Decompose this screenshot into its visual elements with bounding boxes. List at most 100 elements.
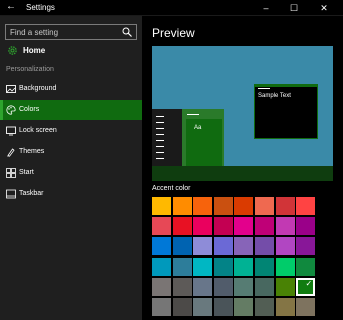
accent-color-swatch[interactable] xyxy=(172,298,192,316)
themes-icon xyxy=(7,148,15,157)
selection-indicator xyxy=(0,100,3,120)
accent-color-swatch[interactable] xyxy=(275,217,295,236)
accent-color-swatch[interactable] xyxy=(172,257,192,276)
search-icon[interactable] xyxy=(122,27,132,37)
sidebar: Find a setting Home Personalization Back… xyxy=(0,16,142,320)
accent-color-swatch[interactable] xyxy=(213,197,233,215)
preview-menu-line xyxy=(156,134,164,135)
section-heading: Personalization xyxy=(6,66,54,73)
preview-menu-line xyxy=(187,114,199,115)
theme-preview: Aa Sample Text xyxy=(152,46,333,181)
sidebar-item-label: Start xyxy=(19,169,34,176)
accent-color-swatch[interactable] xyxy=(213,277,233,296)
title-bar: ← Settings – ☐ ✕ xyxy=(0,0,343,16)
sidebar-item-colors[interactable]: Colors xyxy=(0,100,142,120)
accent-color-swatch[interactable] xyxy=(193,197,213,215)
minimize-button[interactable]: – xyxy=(255,0,277,16)
search-input[interactable]: Find a setting xyxy=(5,24,137,40)
sidebar-item-themes[interactable]: Themes xyxy=(0,142,142,162)
accent-color-swatch[interactable] xyxy=(255,277,274,296)
accent-color-swatch[interactable] xyxy=(275,277,295,296)
accent-color-swatch[interactable] xyxy=(152,237,171,256)
accent-color-swatch[interactable] xyxy=(234,237,254,256)
preview-menu-line xyxy=(156,158,164,159)
sidebar-item-background[interactable]: Background xyxy=(0,79,142,99)
accent-color-swatch[interactable] xyxy=(213,298,233,316)
sidebar-item-start[interactable]: Start xyxy=(0,163,142,183)
sidebar-item-label: Themes xyxy=(19,148,45,155)
accent-color-swatch[interactable] xyxy=(296,237,316,256)
preview-window-line xyxy=(258,88,270,89)
gear-icon xyxy=(8,46,17,55)
preview-tile-text: Aa xyxy=(194,125,202,131)
accent-color-swatch[interactable] xyxy=(255,298,274,316)
accent-color-swatch[interactable] xyxy=(152,217,171,236)
sidebar-item-label: Lock screen xyxy=(19,127,57,134)
accent-color-swatch[interactable] xyxy=(213,257,233,276)
accent-color-swatch[interactable] xyxy=(275,298,295,316)
accent-color-swatch[interactable] xyxy=(193,237,213,256)
accent-color-swatch[interactable] xyxy=(234,298,254,316)
preview-taskbar xyxy=(152,166,333,181)
accent-color-heading: Accent color xyxy=(152,185,191,192)
preview-tile: Aa xyxy=(186,119,222,166)
page-title: Preview xyxy=(152,26,195,40)
accent-color-swatch[interactable] xyxy=(255,197,274,215)
close-button[interactable]: ✕ xyxy=(313,0,335,16)
checkmark-icon: ✓ xyxy=(305,278,313,288)
preview-window: Sample Text xyxy=(254,84,318,139)
accent-color-swatch[interactable] xyxy=(172,237,192,256)
preview-menu-line xyxy=(156,128,164,129)
accent-color-swatch[interactable] xyxy=(193,257,213,276)
sidebar-item-label: Colors xyxy=(19,106,40,113)
accent-color-swatch[interactable] xyxy=(275,197,295,215)
maximize-button[interactable]: ☐ xyxy=(283,0,305,16)
preview-menu-line xyxy=(156,116,164,117)
accent-color-swatch[interactable] xyxy=(255,217,274,236)
preview-menu-line xyxy=(156,122,164,123)
accent-color-swatch[interactable] xyxy=(234,277,254,296)
accent-color-swatch[interactable] xyxy=(193,217,213,236)
accent-color-swatch[interactable] xyxy=(152,277,171,296)
sidebar-item-lock-screen[interactable]: Lock screen xyxy=(0,121,142,141)
window-title: Settings xyxy=(26,3,55,12)
accent-color-swatch[interactable] xyxy=(255,257,274,276)
sidebar-item-taskbar[interactable]: Taskbar xyxy=(0,184,142,204)
sidebar-item-label: Background xyxy=(19,85,57,92)
accent-color-swatch[interactable] xyxy=(234,257,254,276)
lock-screen-icon xyxy=(6,126,16,136)
start-icon xyxy=(6,168,16,178)
accent-color-swatch[interactable] xyxy=(275,257,295,276)
accent-color-swatch[interactable] xyxy=(152,257,171,276)
accent-color-swatch[interactable] xyxy=(172,277,192,296)
accent-color-swatch[interactable] xyxy=(193,298,213,316)
accent-color-swatch[interactable]: ✓ xyxy=(296,277,316,296)
accent-color-swatch[interactable] xyxy=(193,277,213,296)
accent-color-swatch[interactable] xyxy=(152,197,171,215)
accent-color-swatch[interactable] xyxy=(275,237,295,256)
taskbar-icon xyxy=(6,189,16,199)
background-icon xyxy=(6,85,16,93)
preview-menu-line xyxy=(156,140,164,141)
preview-menu-line xyxy=(156,146,164,147)
accent-color-swatch[interactable] xyxy=(213,237,233,256)
search-placeholder: Find a setting xyxy=(10,28,59,37)
accent-color-swatch[interactable] xyxy=(172,217,192,236)
accent-color-swatch[interactable] xyxy=(152,298,171,316)
accent-color-swatch[interactable] xyxy=(296,217,316,236)
palette-icon xyxy=(6,105,16,115)
accent-color-swatch[interactable] xyxy=(234,197,254,215)
accent-color-swatch[interactable] xyxy=(255,237,274,256)
preview-sample-text: Sample Text xyxy=(258,93,291,99)
accent-color-swatch[interactable] xyxy=(213,217,233,236)
back-arrow-icon[interactable]: ← xyxy=(6,1,16,12)
home-link[interactable]: Home xyxy=(5,43,137,59)
preview-menu-line xyxy=(156,152,164,153)
accent-color-swatch[interactable] xyxy=(234,217,254,236)
accent-color-swatch[interactable] xyxy=(172,197,192,215)
content-pane: Preview Aa Sample Text Accent color ✓ xyxy=(142,16,343,320)
accent-color-swatch[interactable] xyxy=(296,257,316,276)
accent-color-swatch[interactable] xyxy=(296,197,316,215)
sidebar-item-label: Taskbar xyxy=(19,190,44,197)
accent-color-swatch[interactable] xyxy=(296,298,316,316)
